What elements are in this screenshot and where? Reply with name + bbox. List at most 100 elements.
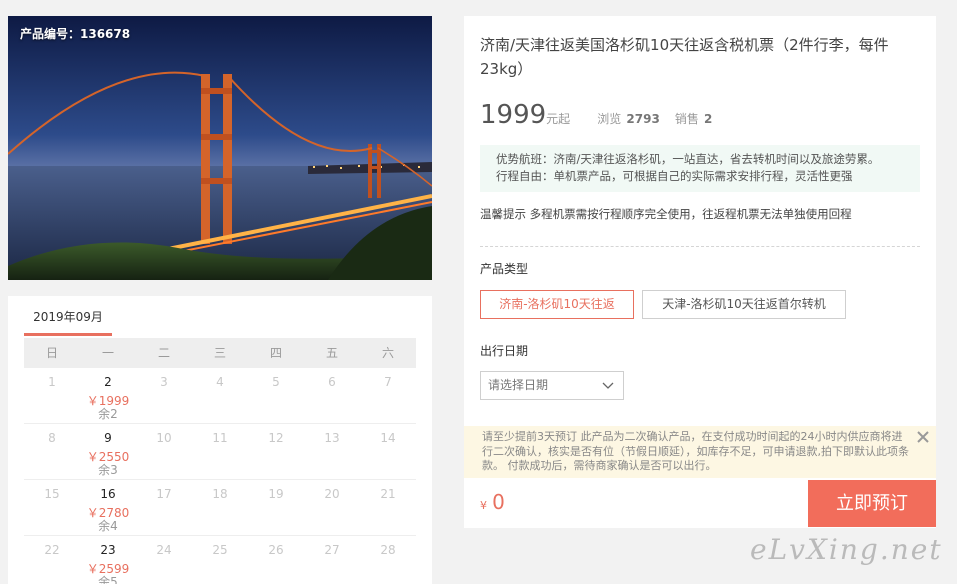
day-number: 20: [324, 487, 340, 501]
calendar-day: 4: [192, 368, 248, 423]
date-select-placeholder: 请选择日期: [488, 378, 549, 392]
day-number: 5: [272, 375, 280, 389]
calendar-day: 10: [136, 424, 192, 479]
calendar-day: 21: [360, 480, 416, 535]
day-number: 26: [268, 543, 284, 557]
weekday-tue: 二: [157, 346, 170, 360]
travel-date-label: 出行日期: [480, 344, 529, 358]
close-icon[interactable]: [916, 430, 930, 444]
day-number: 22: [44, 543, 60, 557]
calendar-grid: 1 2 ￥1999 余2 3 4 5 6 7 8 9 ￥2550 余3 10 11 12 13 14 15 16 ￥27…: [24, 368, 416, 584]
weekday-mon: 一: [101, 346, 114, 360]
sales-count: 2: [704, 112, 713, 126]
day-number: 10: [156, 431, 172, 445]
day-number: 11: [212, 431, 228, 445]
divider: [480, 246, 920, 247]
day-stock: 余2: [98, 407, 118, 421]
day-number: 14: [380, 431, 396, 445]
calendar-day-available[interactable]: 16 ￥2780 余4: [80, 480, 136, 535]
day-price: ￥2550: [86, 450, 130, 464]
calendar-day: 3: [136, 368, 192, 423]
day-number: 1: [48, 375, 56, 389]
day-number: 28: [380, 543, 396, 557]
notice-text: 请至少提前3天预订 此产品为二次确认产品，在支付成功时间起的24小时内供应商将进…: [482, 430, 909, 472]
price-row: 1999元起 浏览 2793 销售 2: [480, 100, 722, 130]
calendar-day: 18: [192, 480, 248, 535]
chevron-down-icon: [602, 382, 614, 389]
weekday-thu: 四: [269, 346, 282, 360]
advantage-line: 行程自由：单机票产品，可根据自己的实际需求安排行程，灵活性更强: [496, 169, 853, 183]
product-title: 济南/天津往返美国洛杉矶10天往返含税机票（2件行李，每件23kg）: [480, 36, 889, 78]
calendar-day: 1: [24, 368, 80, 423]
calendar-day: 27: [304, 536, 360, 584]
calendar-day: 15: [24, 480, 80, 535]
day-number: 16: [100, 487, 116, 501]
day-price: ￥2780: [86, 506, 130, 520]
sales-label: 销售: [674, 112, 699, 126]
day-number: 4: [216, 375, 224, 389]
calendar-day-available[interactable]: 2 ￥1999 余2: [80, 368, 136, 423]
day-number: 23: [100, 543, 116, 557]
day-price: ￥1999: [86, 394, 130, 408]
calendar-day: 25: [192, 536, 248, 584]
calendar-day: 24: [136, 536, 192, 584]
weekday-sat: 六: [381, 346, 394, 360]
day-number: 8: [48, 431, 56, 445]
calendar-day: 22: [24, 536, 80, 584]
calendar-day: 26: [248, 536, 304, 584]
calendar-day: 5: [248, 368, 304, 423]
book-now-button[interactable]: 立即预订: [808, 480, 936, 527]
calendar-week-row: 1 2 ￥1999 余2 3 4 5 6 7: [24, 368, 416, 424]
day-price: ￥2599: [86, 562, 130, 576]
day-number: 6: [328, 375, 336, 389]
product-price: 1999: [480, 100, 547, 130]
day-number: 3: [160, 375, 168, 389]
day-number: 27: [324, 543, 340, 557]
product-type-option-jinan[interactable]: 济南-洛杉矶10天往返: [480, 290, 634, 319]
calendar-day: 7: [360, 368, 416, 423]
day-number: 12: [268, 431, 284, 445]
booking-notice: 请至少提前3天预订 此产品为二次确认产品，在支付成功时间起的24小时内供应商将进…: [464, 426, 936, 478]
calendar-day-available[interactable]: 9 ￥2550 余3: [80, 424, 136, 479]
product-type-label: 产品类型: [480, 262, 529, 276]
calendar-day: 11: [192, 424, 248, 479]
calendar-day: 14: [360, 424, 416, 479]
total-amount: 0: [492, 490, 505, 514]
calendar-week-row: 22 23 ￥2599 余5 24 25 26 27 28: [24, 536, 416, 584]
weekday-sun: 日: [45, 346, 58, 360]
day-number: 9: [104, 431, 112, 445]
golden-gate-bridge-photo: [8, 16, 432, 280]
day-number: 18: [212, 487, 228, 501]
calendar-day: 19: [248, 480, 304, 535]
advantages-box: 优势航班：济南/天津往返洛杉矶，一站直达，省去转机时间以及旅途劳累。 行程自由：…: [480, 145, 920, 192]
calendar-day: 6: [304, 368, 360, 423]
product-id-label: 产品编号：136678: [20, 27, 131, 41]
calendar-weekday-header: 日 一 二 三 四 五 六: [24, 338, 416, 368]
weekday-wed: 三: [213, 346, 226, 360]
booking-calendar: 2019年09月 日 一 二 三 四 五 六 1 2 ￥1999 余2 3 4 5 6 7 8 9 ￥…: [8, 296, 432, 584]
day-stock: 余3: [98, 463, 118, 477]
weekday-fri: 五: [325, 346, 338, 360]
day-number: 7: [384, 375, 392, 389]
product-type-option-tianjin[interactable]: 天津-洛杉矶10天往返首尔转机: [642, 290, 846, 319]
views-count: 2793: [626, 112, 660, 126]
calendar-day: 17: [136, 480, 192, 535]
travel-date-select[interactable]: 请选择日期: [480, 371, 624, 400]
warm-tip: 温馨提示 多程机票需按行程顺序完全使用，往返程机票无法单独使用回程: [480, 207, 852, 221]
calendar-day: 28: [360, 536, 416, 584]
day-number: 25: [212, 543, 228, 557]
price-unit: 元起: [546, 112, 571, 126]
day-number: 2: [104, 375, 112, 389]
day-number: 19: [268, 487, 284, 501]
day-number: 15: [44, 487, 60, 501]
calendar-day: 12: [248, 424, 304, 479]
day-number: 24: [156, 543, 172, 557]
calendar-day-available[interactable]: 23 ￥2599 余5: [80, 536, 136, 584]
calendar-week-row: 8 9 ￥2550 余3 10 11 12 13 14: [24, 424, 416, 480]
calendar-month-tab[interactable]: 2019年09月: [24, 296, 112, 336]
calendar-week-row: 15 16 ￥2780 余4 17 18 19 20 21: [24, 480, 416, 536]
day-number: 17: [156, 487, 172, 501]
advantage-line: 优势航班：济南/天津往返洛杉矶，一站直达，省去转机时间以及旅途劳累。: [496, 152, 880, 166]
calendar-day: 8: [24, 424, 80, 479]
calendar-day: 20: [304, 480, 360, 535]
